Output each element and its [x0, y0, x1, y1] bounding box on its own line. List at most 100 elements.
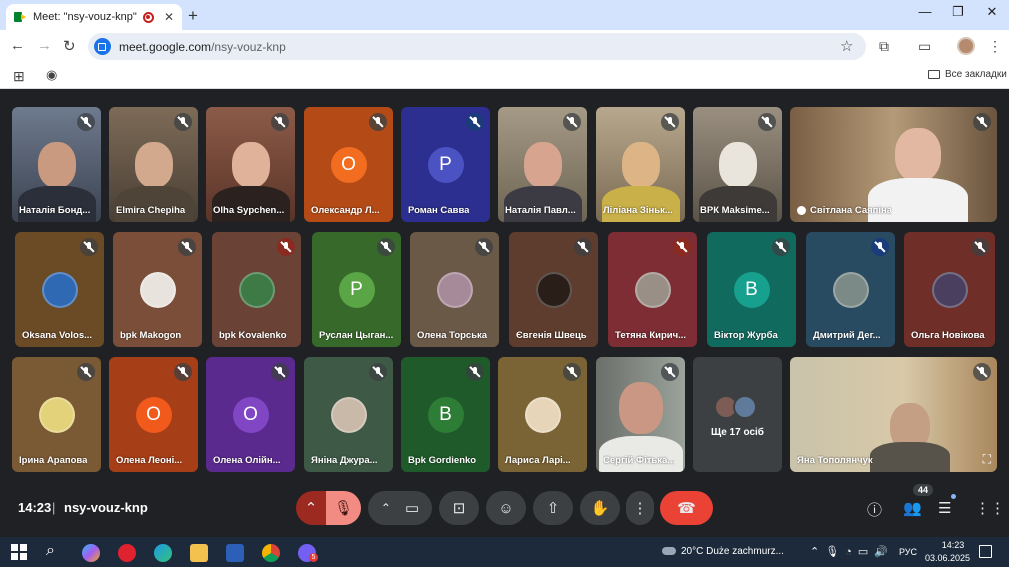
apps-grid-icon[interactable]: ⊞	[13, 68, 25, 85]
back-button[interactable]: ←	[10, 37, 25, 54]
url-path: /nsy-vouz-knp	[211, 39, 286, 54]
folder-icon	[928, 70, 940, 79]
participant-name: Олена Леоні...	[116, 455, 183, 466]
raise-hand-button[interactable]: ✋	[580, 491, 620, 525]
mic-off-icon	[77, 363, 95, 381]
more-participants-tile[interactable]: Ще 17 осіб	[693, 357, 782, 472]
profile-avatar[interactable]	[957, 37, 975, 55]
participant-tile[interactable]: О Олена Олійн...	[206, 357, 295, 472]
people-icon[interactable]: 👥	[903, 499, 922, 517]
participant-tile[interactable]: Сергій Фітька...	[596, 357, 685, 472]
clock-date[interactable]: 03.06.2025	[925, 553, 970, 563]
leave-call-button[interactable]: ☎	[660, 491, 713, 525]
url-host: meet.google.com	[119, 39, 212, 54]
participant-tile[interactable]: Ліліана Зіньк...	[596, 107, 685, 222]
participant-tile[interactable]: B Bpk Gordienko	[401, 357, 490, 472]
participant-tile[interactable]: Дмитрий Дег...	[806, 232, 895, 347]
viber-badge: 5	[309, 553, 318, 562]
participant-tile[interactable]: bpk Makogon	[113, 232, 202, 347]
participant-tile[interactable]: Ірина Арапова	[12, 357, 101, 472]
reload-button[interactable]: ↻	[63, 37, 76, 55]
reactions-button[interactable]: ☺	[486, 491, 526, 525]
participant-tile[interactable]: Олена Торська	[410, 232, 499, 347]
captions-button[interactable]: ⊡	[439, 491, 479, 525]
notifications-icon[interactable]	[979, 545, 992, 558]
restore-button[interactable]: ❐	[943, 4, 973, 20]
bookmark-star-icon[interactable]: ☆	[840, 37, 853, 55]
chat-icon[interactable]: ☰	[938, 499, 951, 517]
address-bar[interactable]: meet.google.com/nsy-vouz-knp	[88, 33, 866, 60]
globe-bookmark-icon[interactable]: ◉	[46, 67, 57, 83]
close-tab-icon[interactable]: ✕	[164, 10, 174, 24]
extensions-icon[interactable]: ⧉	[879, 38, 889, 55]
participant-tile[interactable]: ВРК Maksime...	[693, 107, 782, 222]
file-explorer-icon[interactable]	[190, 544, 208, 562]
participant-avatar: Р	[427, 146, 464, 183]
activities-grid-icon[interactable]: ⋮⋮	[975, 499, 1005, 517]
new-tab-button[interactable]: +	[188, 6, 198, 26]
participant-tile[interactable]: Elmira Chepiha	[109, 107, 198, 222]
participant-tile[interactable]: В Віктор Журба	[707, 232, 796, 347]
participant-avatar: В	[733, 271, 770, 308]
participant-tile[interactable]: Лариса Ларі...	[498, 357, 587, 472]
cast-icon[interactable]: ▭	[918, 38, 931, 55]
participant-tile-active[interactable]: Світлана Саяпіна	[790, 107, 997, 222]
weather-text: Duże zachmurz...	[706, 546, 784, 557]
mic-toggle-button[interactable]: 🎙	[326, 491, 361, 525]
participant-name: Віктор Журба	[714, 330, 778, 341]
participant-tile[interactable]: О Олександр Л...	[304, 107, 393, 222]
participant-tile[interactable]: Наталія Павл...	[498, 107, 587, 222]
participant-name: Olha Sypchen...	[213, 205, 285, 216]
mic-off-icon	[271, 363, 289, 381]
participant-tile[interactable]: Євгенія Швець	[509, 232, 598, 347]
site-info-icon[interactable]	[94, 38, 111, 55]
search-icon[interactable]: ⌕	[46, 542, 64, 560]
participant-tile[interactable]: Oksana Volos...	[15, 232, 104, 347]
weather-widget[interactable]: 20°C Duże zachmurz...	[662, 546, 784, 557]
audio-options-button[interactable]: ⌃	[296, 491, 326, 525]
participant-tile[interactable]: Ольга Новікова	[904, 232, 995, 347]
forward-button[interactable]: →	[37, 37, 52, 54]
mic-off-icon	[475, 238, 493, 256]
meet-tab[interactable]: Meet: "nsy-vouz-knp" ✕	[6, 4, 182, 30]
mic-off-icon	[466, 113, 484, 131]
pin-frame-icon[interactable]: ⛶	[983, 452, 991, 467]
hang-up-icon: ☎	[677, 500, 696, 517]
participant-tile[interactable]: Тетяна Кирич...	[608, 232, 697, 347]
participant-tile[interactable]: Наталія Бонд...	[12, 107, 101, 222]
mic-off-icon	[661, 363, 679, 381]
clock-time[interactable]: 14:23	[935, 540, 971, 550]
participant-tile[interactable]: Яна Тополянчук ⛶	[790, 357, 997, 472]
chevron-up-icon: ⌃	[304, 500, 318, 517]
all-bookmarks-button[interactable]: Все закладки	[928, 69, 1007, 80]
participant-tile[interactable]: Р Руслан Цыган...	[312, 232, 401, 347]
participant-avatar	[38, 396, 75, 433]
language-indicator[interactable]: РУС	[899, 547, 917, 557]
participant-tile[interactable]: О Олена Леоні...	[109, 357, 198, 472]
opera-icon[interactable]	[118, 544, 136, 562]
word-icon[interactable]	[226, 544, 244, 562]
present-button[interactable]: ⇧	[533, 491, 573, 525]
participant-avatar	[436, 271, 473, 308]
more-options-button[interactable]: ⋮	[626, 491, 654, 525]
participant-avatar	[535, 271, 572, 308]
participant-tile[interactable]: Яніна Джура...	[304, 357, 393, 472]
system-tray-icons[interactable]: ⌃🎙◔▭🔊	[810, 545, 894, 558]
participant-avatar: О	[135, 396, 172, 433]
meeting-details-info-icon[interactable]: ⓘ	[867, 499, 882, 520]
participant-tile[interactable]: Р Роман Савва	[401, 107, 490, 222]
chrome-icon[interactable]	[262, 544, 280, 562]
mic-off-icon	[563, 113, 581, 131]
participant-name: Руслан Цыган...	[319, 330, 394, 341]
menu-kebab-icon[interactable]: ⋮	[988, 38, 1002, 55]
participant-tile[interactable]: bpk Kovalenko	[212, 232, 301, 347]
edge-icon[interactable]	[154, 544, 172, 562]
minimize-button[interactable]: —	[910, 4, 940, 19]
participant-tile[interactable]: Olha Sypchen...	[206, 107, 295, 222]
windows-start-icon[interactable]	[11, 544, 29, 562]
window-close-button[interactable]: ✕	[977, 4, 1007, 20]
mic-off-icon	[758, 113, 776, 131]
hand-raise-icon	[797, 205, 806, 215]
copilot-icon[interactable]	[82, 544, 100, 562]
camera-toggle-button[interactable]: ⌃ ▭	[368, 491, 432, 525]
